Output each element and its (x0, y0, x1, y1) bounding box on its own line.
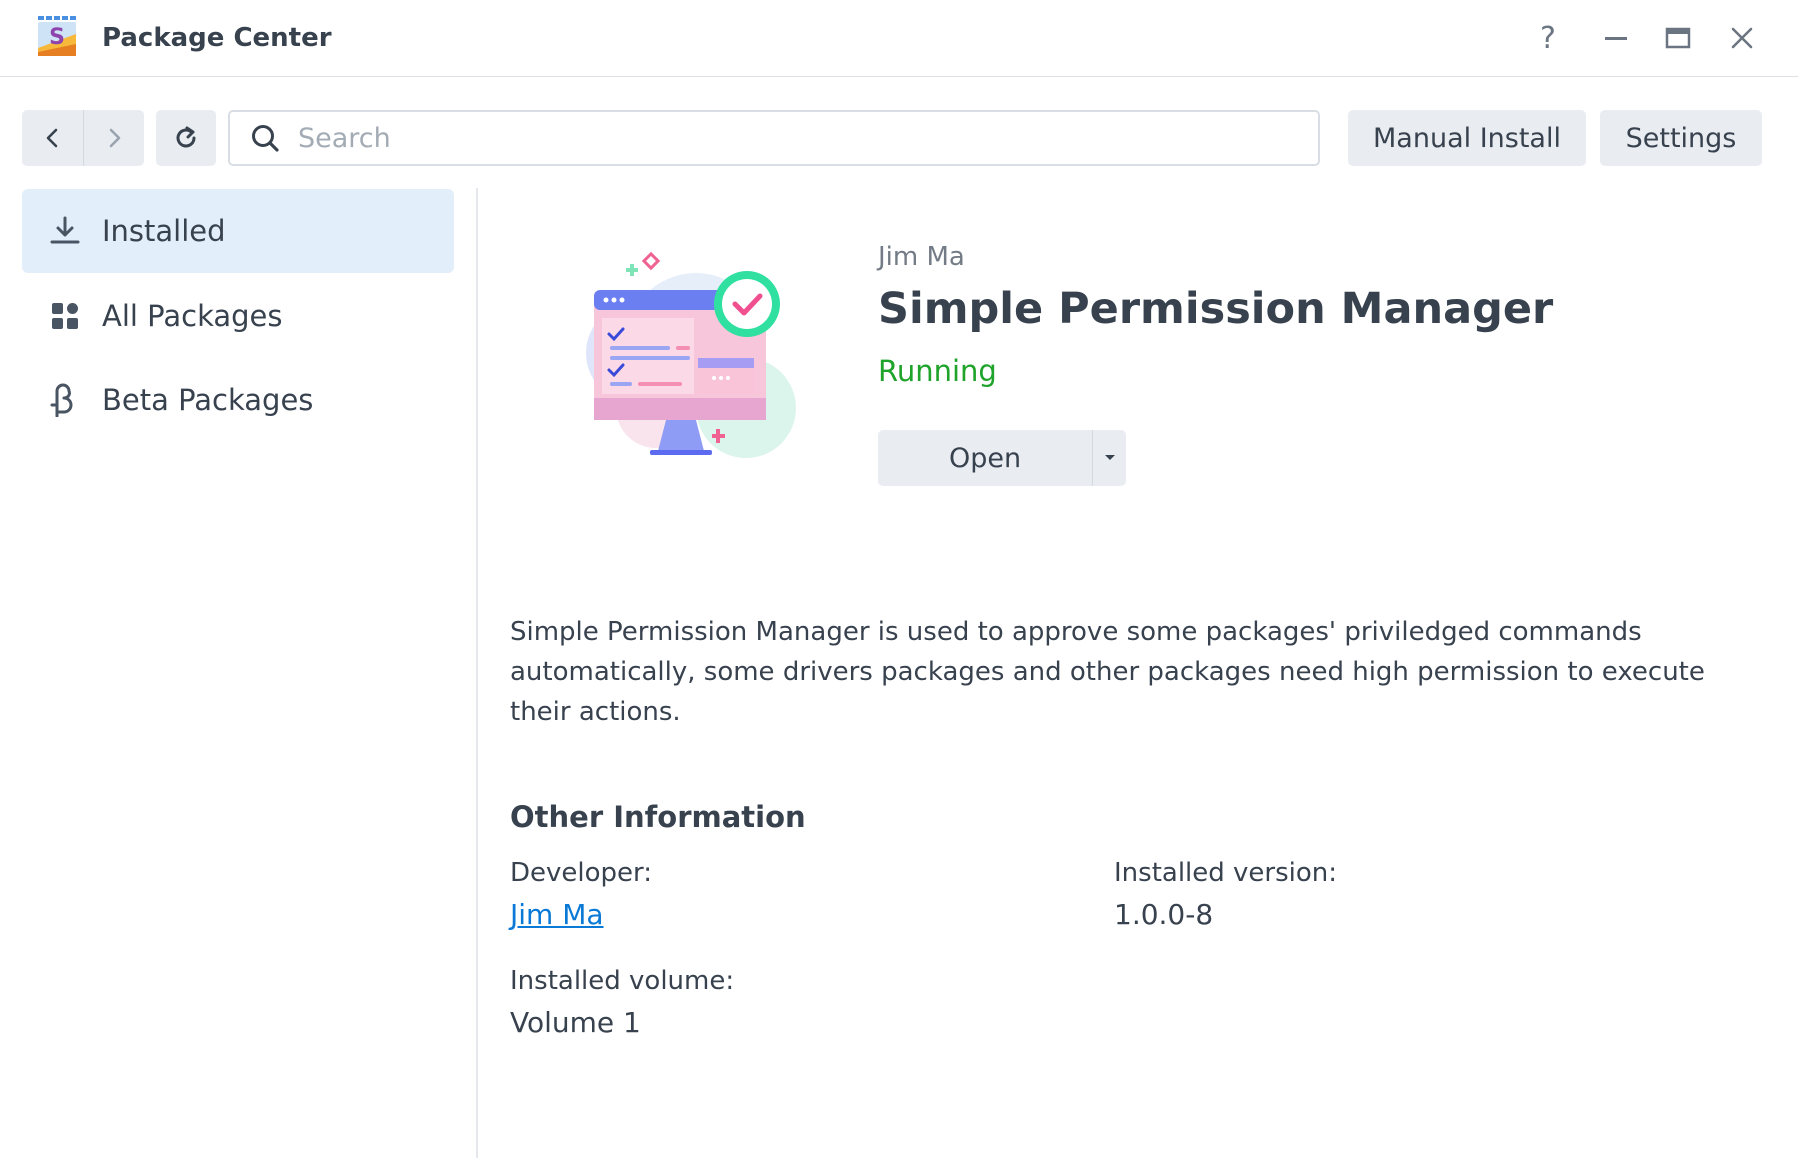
installed-volume-label: Installed volume: (510, 966, 735, 996)
beta-icon (48, 383, 82, 417)
title-bar: S Package Center ? (0, 0, 1798, 77)
installed-version-label: Installed version: (1114, 858, 1338, 888)
close-icon[interactable] (1722, 18, 1762, 58)
back-button[interactable] (22, 110, 83, 166)
sidebar-item-beta-packages[interactable]: Beta Packages (22, 358, 454, 442)
package-illustration (546, 248, 826, 468)
settings-button[interactable]: Settings (1600, 110, 1762, 166)
installed-version-value: 1.0.0-8 (1114, 898, 1214, 931)
sidebar-item-label: Installed (102, 214, 226, 248)
forward-button[interactable] (83, 110, 144, 166)
chevron-left-icon (46, 128, 57, 148)
open-split-button: Open (878, 430, 1126, 486)
open-button[interactable]: Open (878, 430, 1092, 486)
other-information-heading: Other Information (510, 800, 806, 834)
status-label: Running (878, 354, 997, 388)
download-icon (48, 214, 82, 248)
help-icon[interactable]: ? (1528, 18, 1568, 58)
package-detail: Jim Ma Simple Permission Manager Running… (480, 188, 1798, 1158)
package-center-logo-icon: S (34, 14, 80, 60)
sidebar-item-label: All Packages (102, 299, 283, 333)
package-vendor: Jim Ma (878, 242, 965, 272)
chevron-right-icon (109, 128, 121, 148)
caret-down-icon (1104, 455, 1115, 460)
refresh-button[interactable] (156, 110, 216, 166)
package-description: Simple Permission Manager is used to app… (510, 617, 1705, 727)
search-icon (248, 121, 282, 155)
developer-label: Developer: (510, 858, 653, 888)
sidebar-item-installed[interactable]: Installed (22, 189, 454, 273)
sidebar: Installed All Packages Beta Packages (0, 188, 478, 1158)
minimize-icon[interactable] (1596, 18, 1636, 58)
sidebar-item-all-packages[interactable]: All Packages (22, 274, 454, 358)
developer-link[interactable]: Jim Ma (510, 898, 604, 931)
toolbar: Manual Install Settings (0, 78, 1798, 188)
maximize-icon[interactable] (1658, 18, 1698, 58)
installed-volume-value: Volume 1 (510, 1006, 641, 1039)
svg-text:S: S (49, 25, 65, 50)
search-box[interactable] (228, 110, 1320, 166)
search-input[interactable] (298, 122, 1278, 154)
grid-icon (48, 299, 82, 333)
open-dropdown-toggle[interactable] (1092, 430, 1126, 486)
history-nav (22, 110, 144, 166)
window-title: Package Center (102, 23, 332, 53)
sidebar-item-label: Beta Packages (102, 383, 314, 417)
refresh-icon (176, 126, 196, 148)
package-name: Simple Permission Manager (878, 284, 1554, 334)
manual-install-button[interactable]: Manual Install (1348, 110, 1586, 166)
